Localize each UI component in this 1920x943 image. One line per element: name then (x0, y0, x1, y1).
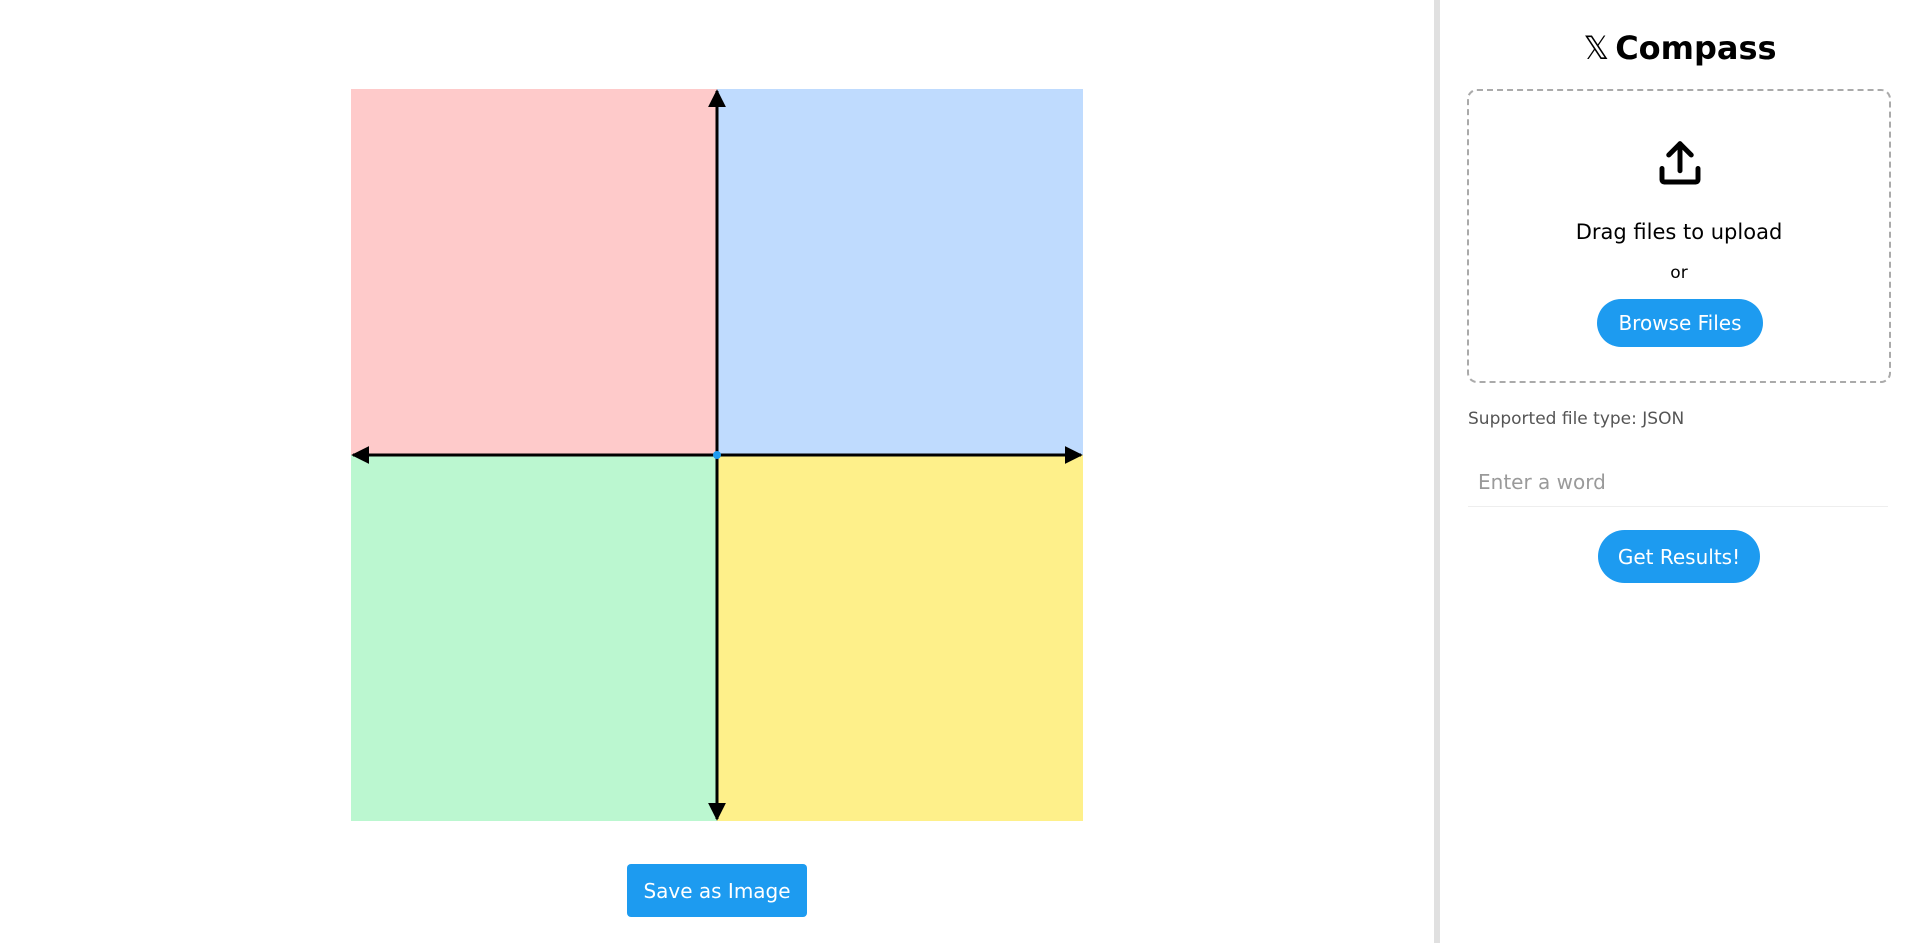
quadrant-top-right (717, 89, 1083, 455)
app-title: 𝕏 Compass (1440, 26, 1920, 70)
app-root: Save as Image 𝕏 Compass Drag files to upl… (0, 0, 1920, 943)
main-area: Save as Image (0, 0, 1434, 943)
quadrant-bottom-left (351, 455, 717, 821)
compass-svg (351, 89, 1083, 821)
quadrant-top-left (351, 89, 717, 455)
file-dropzone[interactable]: Drag files to upload or Browse Files (1467, 89, 1891, 383)
app-title-text: Compass (1615, 29, 1777, 67)
drag-files-label: Drag files to upload (1575, 220, 1783, 244)
upload-icon (1653, 137, 1707, 191)
get-results-button[interactable]: Get Results! (1598, 530, 1760, 583)
compass-chart (351, 89, 1083, 821)
x-logo-icon: 𝕏 (1583, 29, 1610, 67)
save-as-image-button[interactable]: Save as Image (627, 864, 807, 917)
sidebar: 𝕏 Compass Drag files to upload or Browse … (1440, 0, 1920, 943)
word-input[interactable] (1468, 457, 1888, 507)
quadrant-bottom-right (717, 455, 1083, 821)
supported-file-type-label: Supported file type: JSON (1468, 409, 1685, 429)
browse-files-button[interactable]: Browse Files (1597, 299, 1763, 347)
center-point (713, 451, 721, 459)
or-label: or (1670, 263, 1688, 283)
